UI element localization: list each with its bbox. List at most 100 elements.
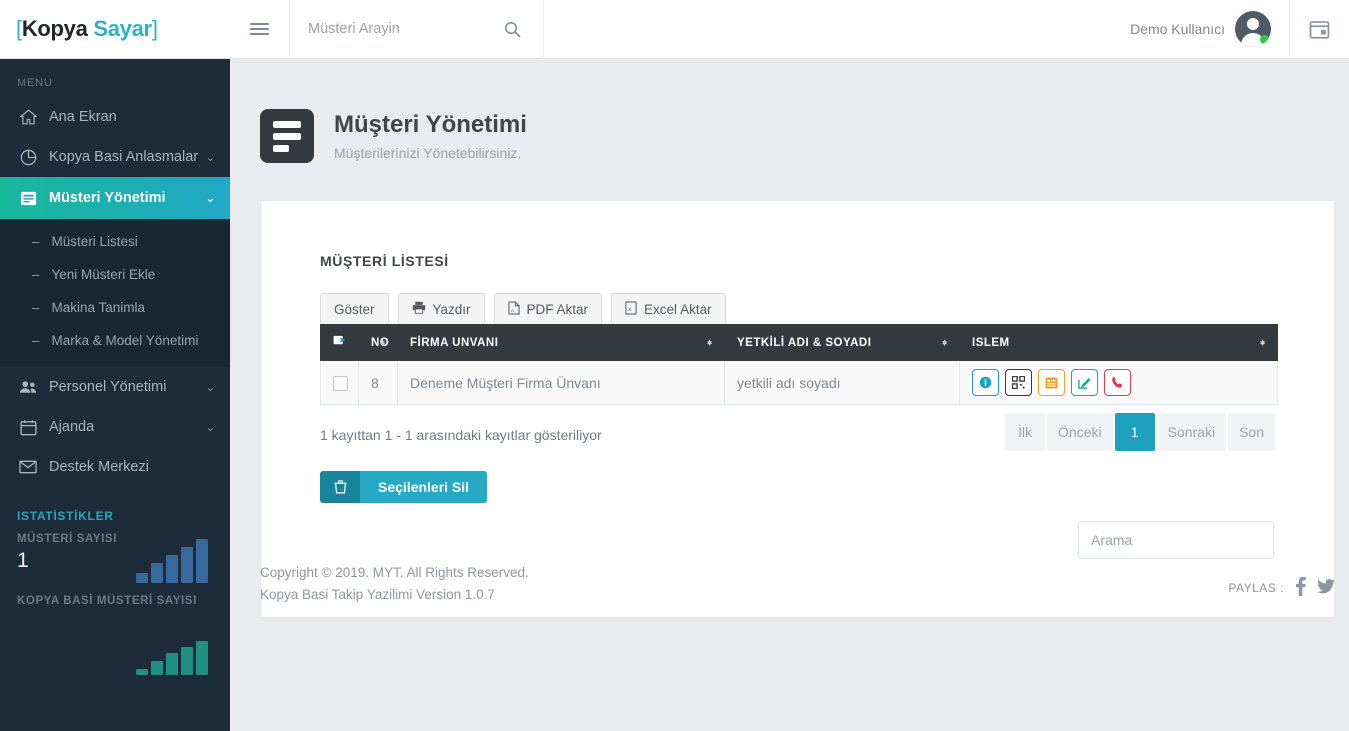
invoice-list-icon[interactable] [1038,369,1065,396]
qr-code-icon[interactable] [1005,369,1032,396]
submenu-musteri-yonetimi: – Müsteri Listesi – Yeni Müsteri Ekle – … [0,219,230,367]
logo-name-dark: Kopya [22,16,88,41]
page-subtitle: Müşterilerinizi Yönetebilirsiniz. [334,145,527,161]
table-row[interactable]: 8 Deneme Müşteri Firma Ünvanı yetkili ad… [321,361,1278,405]
cell-yetkili: yetkili adı soyadı [725,361,960,405]
sidebar-item-label: Ana Ekran [49,109,215,125]
online-status-dot [1260,35,1269,44]
sort-arrows-icon[interactable]: ▲▼ [1259,342,1267,344]
sidebar-subitem-label: Marka & Model Yönetimi [52,333,199,348]
sidebar-subitem-marka-model-yonetimi[interactable]: – Marka & Model Yönetimi [0,324,230,357]
pie-chart-icon [17,148,39,166]
sidebar-item-label: Personel Yönetimi [49,379,200,395]
cell-actions [960,361,1278,405]
column-yetkili-adi-soyadi[interactable]: YETKİLİ ADI & SOYADI ▲▼ [725,325,960,361]
column-no[interactable]: NO ▲▼ [359,325,398,361]
logo-bracket-right: ] [152,16,158,41]
row-select-cell[interactable] [321,361,359,405]
select-all-column[interactable] [321,325,359,361]
logo-name-teal: Sayar [93,16,151,41]
pagination-first[interactable]: İlk [1005,413,1045,451]
page-title: Müşteri Yönetimi [334,111,527,140]
column-label: YETKİLİ ADI & SOYADI [737,337,871,349]
share-label: PAYLAS : [1228,581,1284,595]
edit-icon[interactable] [1071,369,1098,396]
twitter-icon[interactable] [1317,579,1335,597]
share-block: PAYLAS : [1228,562,1335,599]
main-content: Müşteri Yönetimi Müşterilerinizi Yöneteb… [230,59,1349,731]
export-pdf-button[interactable]: A PDF Aktar [494,293,603,325]
select-all-icon[interactable] [333,338,348,350]
chevron-down-icon: ⌄ [206,151,215,164]
print-button-label: Yazdır [433,302,471,317]
sidebar: [Kopya Sayar] MENU Ana Ekran Kopya Basi … [0,0,230,731]
print-button[interactable]: Yazdır [398,293,485,325]
sidebar-item-kopya-basi-anlasmalar[interactable]: Kopya Basi Anlasmalar ⌄ [0,137,230,177]
table-search [1078,521,1274,559]
dash-marker: – [32,234,40,249]
delete-selected-label: Seçilenleri Sil [360,471,487,503]
row-checkbox[interactable] [333,376,348,391]
page-header-icon [260,109,314,163]
sort-arrows-icon[interactable]: ▲▼ [941,342,949,344]
stat-title: KOPYA BASİ MÜSTERİ SAYISI [17,595,213,607]
trash-icon [320,471,360,503]
dash-marker: – [32,333,40,348]
printer-icon [412,301,426,317]
footer-line-2: Kopya Basi Takip Yazilimi Version 1.0.7 [260,584,529,606]
facebook-icon[interactable] [1295,577,1306,599]
hamburger-icon[interactable] [230,0,290,59]
stat-kopya-basi-musteri-sayisi: KOPYA BASİ MÜSTERİ SAYISI [0,595,230,653]
pagination-previous[interactable]: Önceki [1047,413,1113,451]
sidebar-subitem-label: Makina Tanimla [52,300,146,315]
user-name: Demo Kullanıcı [1130,21,1225,37]
delete-selected-button[interactable]: Seçilenleri Sil [320,471,487,503]
avatar[interactable] [1235,11,1271,47]
excel-file-icon: x [625,301,637,318]
phone-icon[interactable] [1104,369,1131,396]
users-icon [17,378,39,396]
stat-musteri-sayisi: MÜSTERİ SAYISI 1 [0,533,230,591]
envelope-icon [17,458,39,476]
sidebar-subitem-yeni-musteri-ekle[interactable]: – Yeni Müsteri Ekle [0,258,230,291]
card-title: MÜŞTERİ LİSTESİ [261,201,1334,269]
export-excel-button[interactable]: x Excel Aktar [611,293,726,325]
pagination-last[interactable]: Son [1228,413,1275,451]
sidebar-subitem-musteri-listesi[interactable]: – Müsteri Listesi [0,225,230,258]
logo[interactable]: [Kopya Sayar] [0,0,230,59]
pagination-page-1[interactable]: 1 [1115,413,1155,451]
info-icon[interactable] [972,369,999,396]
sort-arrows-icon[interactable]: ▲▼ [706,342,714,344]
table-toolbar: Göster Yazdır A PDF Aktar x [261,269,1334,325]
row-action-buttons [972,369,1265,396]
calendar-icon [17,418,39,436]
sidebar-subitem-makina-tanimla[interactable]: – Makina Tanimla [0,291,230,324]
search-icon[interactable] [504,21,521,41]
sidebar-item-ana-ekran[interactable]: Ana Ekran [0,97,230,137]
sidebar-item-personel-yonetimi[interactable]: Personel Yönetimi ⌄ [0,367,230,407]
sidebar-item-label: Destek Merkezi [49,459,215,475]
calendar-icon[interactable] [1289,0,1349,59]
customer-list-card: MÜŞTERİ LİSTESİ Göster Yazdır A PDF Akta… [260,200,1335,618]
sidebar-item-destek-merkezi[interactable]: Destek Merkezi [0,447,230,487]
export-pdf-label: PDF Aktar [527,302,589,317]
show-button-label: Göster [334,302,375,317]
sidebar-item-musteri-yonetimi[interactable]: Müsteri Yönetimi ⌄ [0,177,230,219]
global-search [290,0,544,59]
column-firma-unvani[interactable]: FİRMA UNVANI ▲▼ [398,325,725,361]
sort-arrows-icon[interactable]: ▲▼ [379,342,387,344]
chevron-down-icon: ⌄ [206,381,215,394]
table-body: 8 Deneme Müşteri Firma Ünvanı yetkili ad… [321,361,1278,405]
records-info: 1 kayıttan 1 - 1 arasındaki kayıtlar gös… [320,427,602,443]
pagination-next[interactable]: Sonraki [1157,413,1226,451]
sidebar-item-ajanda[interactable]: Ajanda ⌄ [0,407,230,447]
app-root: [Kopya Sayar] MENU Ana Ekran Kopya Basi … [0,0,1349,731]
svg-text:x: x [628,306,632,313]
show-button[interactable]: Göster [320,293,389,325]
topbar-right: Demo Kullanıcı [1130,0,1349,59]
footer-line-1: Copyright © 2019. MYT. All Rights Reserv… [260,562,529,584]
table-search-input[interactable] [1078,521,1274,559]
home-icon [17,108,39,126]
column-islem[interactable]: ISLEM ▲▼ [960,325,1278,361]
column-label: ISLEM [972,337,1010,349]
